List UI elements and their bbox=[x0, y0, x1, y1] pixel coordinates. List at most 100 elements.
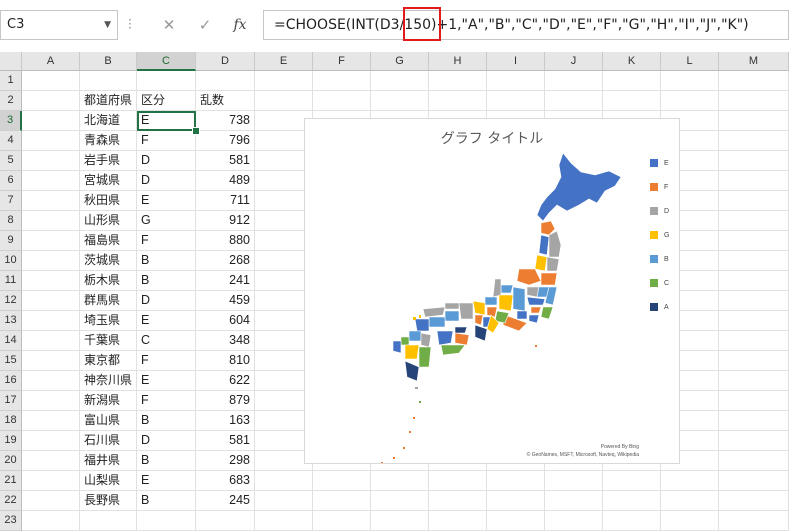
cell-B11[interactable]: 栃木県 bbox=[80, 271, 137, 291]
cell-D12[interactable]: 459 bbox=[196, 291, 255, 311]
cell-J1[interactable] bbox=[545, 71, 603, 91]
cell-C1[interactable] bbox=[137, 71, 196, 91]
column-header-M[interactable]: M bbox=[719, 52, 789, 71]
cell-E22[interactable] bbox=[255, 491, 313, 511]
cell-F23[interactable] bbox=[313, 511, 371, 531]
row-header-15[interactable]: 15 bbox=[0, 351, 22, 371]
cell-C4[interactable]: F bbox=[137, 131, 196, 151]
cell-A17[interactable] bbox=[22, 391, 80, 411]
cell-L21[interactable] bbox=[661, 471, 719, 491]
cell-L22[interactable] bbox=[661, 491, 719, 511]
cell-M23[interactable] bbox=[719, 511, 789, 531]
row-header-23[interactable]: 23 bbox=[0, 511, 22, 531]
cell-B20[interactable]: 福井県 bbox=[80, 451, 137, 471]
cell-B23[interactable] bbox=[80, 511, 137, 531]
cell-I23[interactable] bbox=[487, 511, 545, 531]
column-header-C[interactable]: C bbox=[137, 52, 196, 71]
cell-A9[interactable] bbox=[22, 231, 80, 251]
cell-A12[interactable] bbox=[22, 291, 80, 311]
cell-D6[interactable]: 489 bbox=[196, 171, 255, 191]
row-header-8[interactable]: 8 bbox=[0, 211, 22, 231]
cell-D16[interactable]: 622 bbox=[196, 371, 255, 391]
cell-G2[interactable] bbox=[371, 91, 429, 111]
enter-icon[interactable]: ✓ bbox=[192, 10, 218, 40]
legend-item[interactable]: D bbox=[650, 207, 669, 231]
cell-D3[interactable]: 738 bbox=[196, 111, 255, 131]
cell-A16[interactable] bbox=[22, 371, 80, 391]
column-header-G[interactable]: G bbox=[371, 52, 429, 71]
insert-function-icon[interactable]: fx bbox=[227, 10, 253, 40]
cell-K2[interactable] bbox=[603, 91, 661, 111]
cell-D15[interactable]: 810 bbox=[196, 351, 255, 371]
cell-A23[interactable] bbox=[22, 511, 80, 531]
cell-H22[interactable] bbox=[429, 491, 487, 511]
cell-A2[interactable] bbox=[22, 91, 80, 111]
cell-B22[interactable]: 長野県 bbox=[80, 491, 137, 511]
cell-I22[interactable] bbox=[487, 491, 545, 511]
cell-C7[interactable]: E bbox=[137, 191, 196, 211]
cell-M13[interactable] bbox=[719, 311, 789, 331]
cell-M7[interactable] bbox=[719, 191, 789, 211]
cell-J2[interactable] bbox=[545, 91, 603, 111]
legend-item[interactable]: F bbox=[650, 183, 669, 207]
cell-C6[interactable]: D bbox=[137, 171, 196, 191]
row-header-13[interactable]: 13 bbox=[0, 311, 22, 331]
cell-E21[interactable] bbox=[255, 471, 313, 491]
cell-G1[interactable] bbox=[371, 71, 429, 91]
column-header-L[interactable]: L bbox=[661, 52, 719, 71]
legend-item[interactable]: E bbox=[650, 159, 669, 183]
cell-B6[interactable]: 宮城県 bbox=[80, 171, 137, 191]
cell-D14[interactable]: 348 bbox=[196, 331, 255, 351]
cell-M3[interactable] bbox=[719, 111, 789, 131]
map-chart[interactable]: グラフ タイトル E F D G B C A Powered By Bing ©… bbox=[304, 118, 680, 464]
cell-M12[interactable] bbox=[719, 291, 789, 311]
cell-B13[interactable]: 埼玉県 bbox=[80, 311, 137, 331]
legend-item[interactable]: B bbox=[650, 255, 669, 279]
cell-D4[interactable]: 796 bbox=[196, 131, 255, 151]
row-header-19[interactable]: 19 bbox=[0, 431, 22, 451]
cell-G23[interactable] bbox=[371, 511, 429, 531]
cell-C18[interactable]: B bbox=[137, 411, 196, 431]
cell-B12[interactable]: 群馬県 bbox=[80, 291, 137, 311]
cell-G21[interactable] bbox=[371, 471, 429, 491]
cell-B15[interactable]: 東京都 bbox=[80, 351, 137, 371]
cell-B18[interactable]: 富山県 bbox=[80, 411, 137, 431]
cell-C15[interactable]: F bbox=[137, 351, 196, 371]
cell-M11[interactable] bbox=[719, 271, 789, 291]
cell-C13[interactable]: E bbox=[137, 311, 196, 331]
cell-J22[interactable] bbox=[545, 491, 603, 511]
row-header-6[interactable]: 6 bbox=[0, 171, 22, 191]
cell-D13[interactable]: 604 bbox=[196, 311, 255, 331]
legend-item[interactable]: G bbox=[650, 231, 669, 255]
cell-A7[interactable] bbox=[22, 191, 80, 211]
cell-F1[interactable] bbox=[313, 71, 371, 91]
cell-A10[interactable] bbox=[22, 251, 80, 271]
formula-input[interactable]: =CHOOSE(INT(D3/150)+1,"A","B","C","D","E… bbox=[263, 10, 789, 40]
cell-C20[interactable]: B bbox=[137, 451, 196, 471]
cell-H21[interactable] bbox=[429, 471, 487, 491]
cell-M17[interactable] bbox=[719, 391, 789, 411]
cell-I2[interactable] bbox=[487, 91, 545, 111]
cell-B5[interactable]: 岩手県 bbox=[80, 151, 137, 171]
cell-C3[interactable]: E bbox=[137, 111, 196, 131]
cell-B17[interactable]: 新潟県 bbox=[80, 391, 137, 411]
row-header-11[interactable]: 11 bbox=[0, 271, 22, 291]
cell-E2[interactable] bbox=[255, 91, 313, 111]
cell-K21[interactable] bbox=[603, 471, 661, 491]
cell-B14[interactable]: 千葉県 bbox=[80, 331, 137, 351]
cell-D8[interactable]: 912 bbox=[196, 211, 255, 231]
cell-D18[interactable]: 163 bbox=[196, 411, 255, 431]
cell-B2[interactable]: 都道府県 bbox=[80, 91, 137, 111]
column-header-K[interactable]: K bbox=[603, 52, 661, 71]
cell-C11[interactable]: B bbox=[137, 271, 196, 291]
cell-E23[interactable] bbox=[255, 511, 313, 531]
column-header-E[interactable]: E bbox=[255, 52, 313, 71]
cell-M22[interactable] bbox=[719, 491, 789, 511]
cell-B1[interactable] bbox=[80, 71, 137, 91]
cell-C2[interactable]: 区分 bbox=[137, 91, 196, 111]
row-header-20[interactable]: 20 bbox=[0, 451, 22, 471]
column-header-F[interactable]: F bbox=[313, 52, 371, 71]
cell-C19[interactable]: D bbox=[137, 431, 196, 451]
cell-A13[interactable] bbox=[22, 311, 80, 331]
cell-C8[interactable]: G bbox=[137, 211, 196, 231]
